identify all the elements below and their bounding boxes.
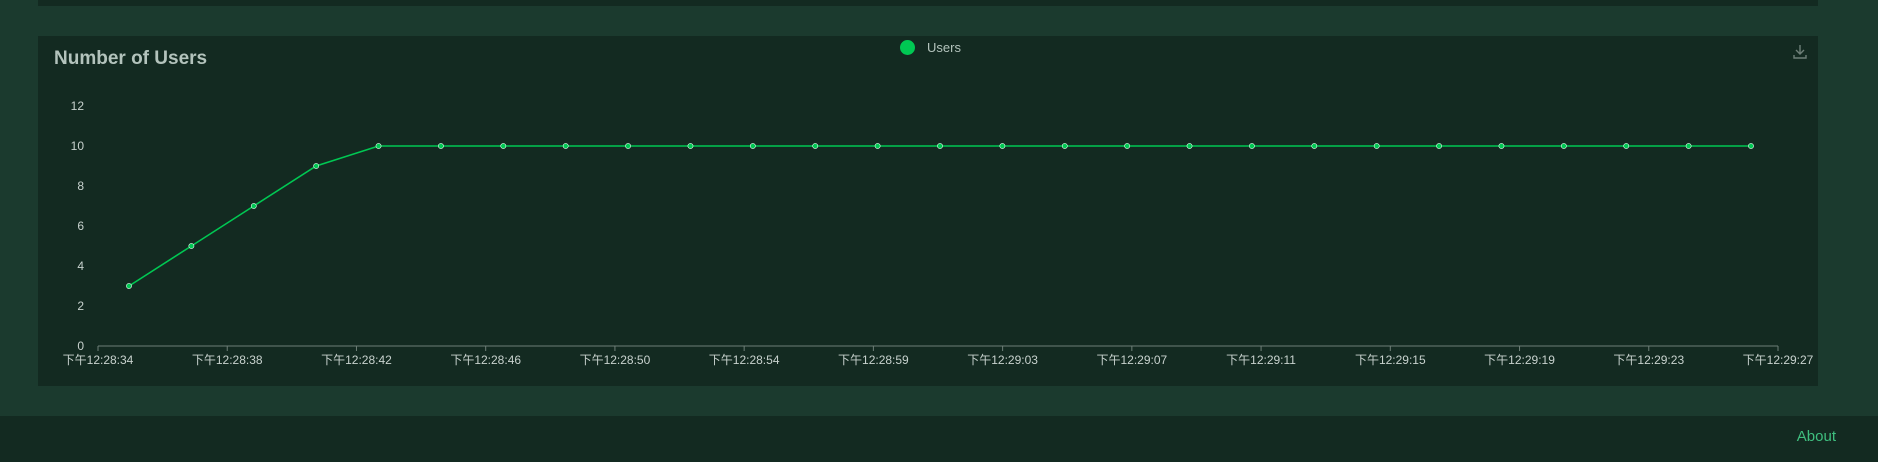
data-point xyxy=(500,143,507,149)
data-point xyxy=(1685,143,1692,149)
series-line-users xyxy=(128,145,1751,287)
x-tick-label: 下午12:29:11 xyxy=(1226,353,1296,367)
chart-title: Number of Users xyxy=(54,48,208,69)
users-line-chart: 0 2 4 6 8 10 12 下午12:28:34 下午12:28:38 下午12:28:42 下… xyxy=(63,99,1814,367)
x-tick-label: 下午12:28:42 xyxy=(321,353,392,367)
data-point xyxy=(1748,143,1754,149)
y-tick-label: 6 xyxy=(77,219,84,233)
data-point xyxy=(1186,143,1193,149)
x-tick-label: 下午12:28:46 xyxy=(450,353,521,367)
x-tick-label: 下午12:28:38 xyxy=(192,353,263,367)
data-point xyxy=(812,143,819,149)
data-point xyxy=(1311,143,1318,149)
data-point xyxy=(1560,143,1567,149)
x-tick-label: 下午12:29:15 xyxy=(1355,353,1426,367)
y-tick-label: 12 xyxy=(71,99,85,113)
data-point xyxy=(1061,143,1068,149)
download-icon[interactable] xyxy=(1790,42,1810,62)
data-point xyxy=(1623,143,1630,149)
users-chart-panel: 0 2 4 6 8 10 12 下午12:28:34 下午12:28:38 下午12:28:42 下… xyxy=(38,36,1818,386)
data-point xyxy=(625,143,631,149)
data-point xyxy=(250,203,257,209)
data-point xyxy=(188,243,195,249)
data-point xyxy=(1373,143,1380,149)
data-point xyxy=(1124,143,1131,149)
about-link[interactable]: About xyxy=(1797,428,1836,445)
y-tick-label: 10 xyxy=(71,139,85,153)
y-tick-label: 0 xyxy=(77,339,84,353)
footer: About xyxy=(0,416,1878,462)
y-tick-label: 8 xyxy=(77,179,84,193)
data-point xyxy=(1436,143,1442,149)
data-point xyxy=(375,143,382,149)
legend-marker xyxy=(900,40,915,55)
x-tick-label: 下午12:28:34 xyxy=(63,353,134,367)
x-tick-label: 下午12:28:54 xyxy=(709,353,780,367)
data-point xyxy=(313,163,320,169)
data-point xyxy=(749,143,756,149)
x-tick-label: 下午12:29:27 xyxy=(1743,353,1814,367)
data-point xyxy=(687,143,694,149)
y-tick-label: 2 xyxy=(77,299,84,313)
data-point xyxy=(874,143,881,149)
data-point xyxy=(562,143,569,149)
x-tick-label: 下午12:28:59 xyxy=(838,353,909,367)
chart-legend[interactable]: Users xyxy=(900,40,961,55)
data-point xyxy=(126,283,132,289)
data-point xyxy=(937,143,943,149)
data-point xyxy=(438,143,444,149)
x-tick-label: 下午12:29:03 xyxy=(967,353,1038,367)
x-tick-label: 下午12:29:19 xyxy=(1484,353,1555,367)
y-tick-label: 4 xyxy=(77,259,84,273)
x-tick-label: 下午12:28:50 xyxy=(580,353,651,367)
x-tick-label: 下午12:29:07 xyxy=(1096,353,1167,367)
x-tick-label: 下午12:29:23 xyxy=(1613,353,1684,367)
data-point xyxy=(999,143,1006,149)
data-point xyxy=(1249,143,1255,149)
legend-label: Users xyxy=(927,40,961,55)
data-point xyxy=(1498,143,1505,149)
previous-panel-edge xyxy=(38,0,1818,6)
